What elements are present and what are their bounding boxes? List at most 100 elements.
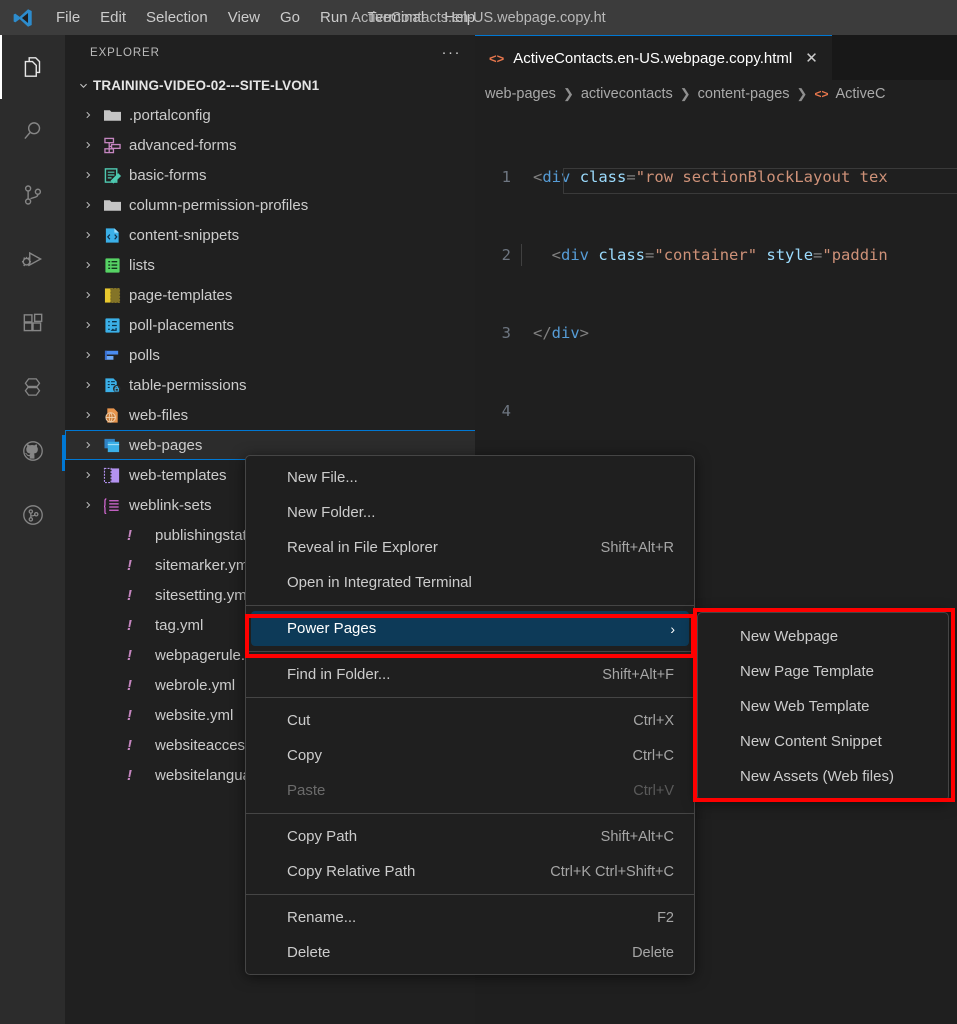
table-permissions-icon (99, 374, 125, 396)
menu-item-find-in-folder[interactable]: Find in Folder... Shift+Alt+F (246, 657, 694, 692)
submenu-item-new-page-template[interactable]: New Page Template (698, 654, 948, 689)
basic-forms-icon (99, 164, 125, 186)
tree-item-table-permissions[interactable]: table-permissions (65, 370, 475, 400)
menu-view[interactable]: View (219, 6, 269, 29)
menu-item-cut[interactable]: Cut Ctrl+X (246, 703, 694, 738)
menu-item-shortcut: Ctrl+C (633, 748, 675, 764)
tree-item-web-files[interactable]: web-files (65, 400, 475, 430)
search-icon (20, 118, 46, 144)
explorer-header: EXPLORER ··· (65, 35, 475, 70)
chevron-right-icon[interactable] (77, 230, 99, 240)
vscode-logo-icon (0, 0, 46, 35)
menu-file[interactable]: File (47, 6, 89, 29)
menu-item-open-in-integrated-terminal[interactable]: Open in Integrated Terminal (246, 565, 694, 600)
menu-item-label: Copy Path (287, 828, 357, 845)
menu-item-label: Copy Relative Path (287, 863, 415, 880)
menu-item-rename[interactable]: Rename... F2 (246, 900, 694, 935)
chevron-right-icon[interactable] (77, 440, 99, 450)
chevron-right-icon[interactable] (77, 410, 99, 420)
tree-item-label: column-permission-profiles (129, 197, 308, 214)
tree-item-page-templates[interactable]: page-templates (65, 280, 475, 310)
web-templates-icon (99, 464, 125, 486)
more-actions-icon[interactable]: ··· (442, 49, 462, 57)
activity-power-platform[interactable] (0, 355, 65, 419)
tree-item-basic-forms[interactable]: basic-forms (65, 160, 475, 190)
close-icon[interactable]: ✕ (805, 49, 818, 67)
html-code-icon: <> (814, 87, 828, 101)
menu-item-new-folder[interactable]: New Folder... (246, 495, 694, 530)
chevron-right-icon[interactable] (77, 110, 99, 120)
web-pages-icon (99, 434, 125, 456)
chevron-right-icon[interactable] (77, 200, 99, 210)
chevron-right-icon: ❯ (680, 86, 691, 102)
menu-item-copy[interactable]: Copy Ctrl+C (246, 738, 694, 773)
workspace-root-label: TRAINING-VIDEO-02---SITE-LVON1 (93, 78, 319, 93)
activity-search[interactable] (0, 99, 65, 163)
activity-explorer[interactable] (0, 35, 65, 99)
menu-help[interactable]: Help (435, 6, 484, 29)
tree-item-portalconfig[interactable]: .portalconfig (65, 100, 475, 130)
menu-item-shortcut: Ctrl+X (633, 713, 674, 729)
source-control-icon (20, 182, 46, 208)
tree-item-label: content-snippets (129, 227, 239, 244)
menu-item-new-file[interactable]: New File... (246, 460, 694, 495)
editor-tab-activecontacts[interactable]: <> ActiveContacts.en-US.webpage.copy.htm… (475, 35, 832, 80)
menu-item-paste: Paste Ctrl+V (246, 773, 694, 808)
tree-item-content-snippets[interactable]: content-snippets (65, 220, 475, 250)
chevron-right-icon[interactable] (77, 260, 99, 270)
yaml-icon: ! (127, 737, 141, 754)
code-editor[interactable]: 1 <div class="row sectionBlockLayout tex… (475, 107, 957, 502)
tree-item-lists[interactable]: lists (65, 250, 475, 280)
explorer-title: EXPLORER (90, 47, 160, 59)
activity-github[interactable] (0, 419, 65, 483)
breadcrumb-item-content-pages[interactable]: content-pages (698, 86, 790, 102)
menu-run[interactable]: Run (311, 6, 357, 29)
menu-item-shortcut: Shift+Alt+R (601, 540, 674, 556)
tree-item-advanced-forms[interactable]: advanced-forms (65, 130, 475, 160)
menu-item-delete[interactable]: Delete Delete (246, 935, 694, 970)
chevron-right-icon[interactable] (77, 140, 99, 150)
workspace-root-row[interactable]: TRAINING-VIDEO-02---SITE-LVON1 (65, 70, 475, 100)
tree-item-label: web-files (129, 407, 188, 424)
files-icon (20, 54, 46, 80)
breadcrumb-item-activecontacts[interactable]: activecontacts (581, 86, 673, 102)
submenu-item-new-webpage[interactable]: New Webpage (698, 619, 948, 654)
activity-run-debug[interactable] (0, 227, 65, 291)
submenu-item-new-assets-web-files[interactable]: New Assets (Web files) (698, 759, 948, 794)
activity-source-control[interactable] (0, 163, 65, 227)
chevron-right-icon[interactable] (77, 380, 99, 390)
git-graph-icon (20, 502, 46, 528)
submenu-item-new-content-snippet[interactable]: New Content Snippet (698, 724, 948, 759)
menu-item-shortcut: Delete (632, 945, 674, 961)
tree-item-column-permission-profiles[interactable]: column-permission-profiles (65, 190, 475, 220)
breadcrumb-item-file[interactable]: ActiveC (835, 86, 885, 102)
title-bar: File Edit Selection View Go Run Terminal… (0, 0, 957, 35)
chevron-right-icon[interactable] (77, 320, 99, 330)
menu-selection[interactable]: Selection (137, 6, 217, 29)
tree-item-polls[interactable]: polls (65, 340, 475, 370)
menu-item-copy-path[interactable]: Copy Path Shift+Alt+C (246, 819, 694, 854)
chevron-right-icon[interactable] (77, 350, 99, 360)
menu-edit[interactable]: Edit (91, 6, 135, 29)
editor-tab-label: ActiveContacts.en-US.webpage.copy.html (513, 50, 792, 67)
chevron-right-icon[interactable] (77, 470, 99, 480)
chevron-right-icon[interactable] (77, 290, 99, 300)
vscode-window: File Edit Selection View Go Run Terminal… (0, 0, 957, 1024)
activity-extensions[interactable] (0, 291, 65, 355)
chevron-right-icon[interactable] (77, 170, 99, 180)
activity-git-graph[interactable] (0, 483, 65, 547)
weblink-sets-icon (99, 494, 125, 516)
tree-item-label: lists (129, 257, 155, 274)
menu-go[interactable]: Go (271, 6, 309, 29)
breadcrumb-item-web-pages[interactable]: web-pages (485, 86, 556, 102)
menu-item-reveal-in-file-explorer[interactable]: Reveal in File Explorer Shift+Alt+R (246, 530, 694, 565)
menu-item-copy-relative-path[interactable]: Copy Relative Path Ctrl+K Ctrl+Shift+C (246, 854, 694, 889)
menu-terminal[interactable]: Terminal (359, 6, 434, 29)
menu-item-label: Paste (287, 782, 325, 799)
submenu-item-new-web-template[interactable]: New Web Template (698, 689, 948, 724)
menu-item-power-pages[interactable]: Power Pages › (251, 611, 689, 646)
tree-item-poll-placements[interactable]: poll-placements (65, 310, 475, 340)
editor-tab-bar: <> ActiveContacts.en-US.webpage.copy.htm… (475, 35, 957, 80)
yaml-icon: ! (127, 677, 141, 694)
chevron-right-icon[interactable] (77, 500, 99, 510)
